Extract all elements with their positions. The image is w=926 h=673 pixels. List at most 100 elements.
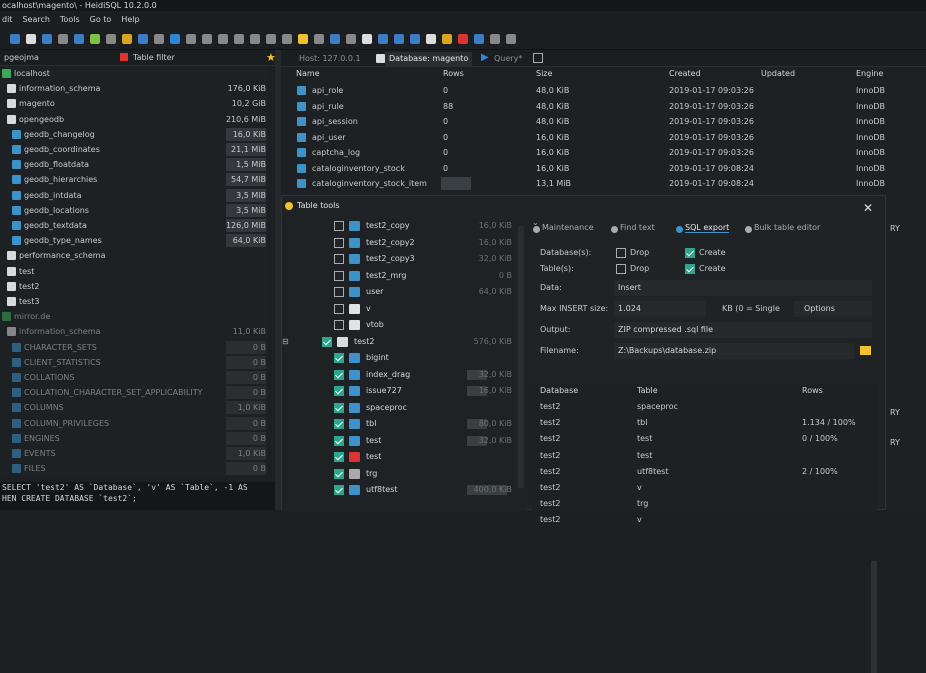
new-tab-icon[interactable] xyxy=(533,53,543,63)
close-icon[interactable]: ✕ xyxy=(863,198,873,218)
tab-bulk-table-editor[interactable]: Bulk table editor xyxy=(754,223,820,232)
menu-item[interactable]: Tools xyxy=(60,15,80,24)
object-tree-item[interactable]: test 32,0 KiB xyxy=(282,433,522,450)
object-tree-item[interactable]: issue727 16,0 KiB xyxy=(282,383,522,400)
tree-item[interactable]: CLIENT_STATISTICS 0 B xyxy=(0,355,268,370)
tree-item[interactable]: magento 10,2 GiB xyxy=(0,96,268,111)
column-header[interactable]: Name xyxy=(296,69,320,78)
copy-icon[interactable] xyxy=(74,34,84,44)
tree-item[interactable]: geodb_textdata 126,0 MiB xyxy=(0,218,268,233)
tree-item[interactable]: COLLATIONS 0 B xyxy=(0,370,268,385)
tree-item[interactable]: geodb_intdata 3,5 MiB xyxy=(0,188,268,203)
table-list-grid[interactable]: Name Rows Size Created Updated Engine api_role… xyxy=(281,67,926,195)
tree-item[interactable]: geodb_hierarchies 54,7 MiB xyxy=(0,172,268,187)
object-tree-item[interactable]: test2_copy2 16,0 KiB xyxy=(282,235,522,252)
filename-input[interactable]: Z:\Backups\database.zip xyxy=(614,343,854,359)
table-row[interactable]: cataloginventory_stock_item94.81413,1 Mi… xyxy=(281,176,921,192)
run-icon[interactable] xyxy=(90,34,100,44)
stop-icon[interactable] xyxy=(218,34,228,44)
menu-item[interactable]: Search xyxy=(22,15,49,24)
column-header[interactable]: Created xyxy=(669,69,701,78)
data-select[interactable]: Insert xyxy=(614,280,872,296)
find-icon[interactable] xyxy=(346,34,356,44)
pause-icon[interactable] xyxy=(314,34,324,44)
checkbox[interactable] xyxy=(334,254,344,264)
export-results-grid[interactable]: Database Table Rows test2 spaceproc test2 tbl 1… xyxy=(532,383,877,673)
tree-item[interactable]: CHARACTER_SETS 0 B xyxy=(0,340,268,355)
checkbox[interactable] xyxy=(616,264,626,274)
table-row[interactable]: cataloginventory_stock 0 16,0 KiB 2019-01-1… xyxy=(281,161,921,177)
checkbox[interactable] xyxy=(334,402,344,413)
object-tree-item[interactable]: trg xyxy=(282,466,522,483)
object-tree-item[interactable]: test2_copy3 32,0 KiB xyxy=(282,251,522,268)
object-tree-item[interactable]: utf8test 400,0 KiB xyxy=(282,482,522,499)
table-filter-input[interactable]: Table filter xyxy=(133,53,175,62)
tree-item[interactable]: geodb_changelog 16,0 KiB xyxy=(0,127,268,142)
tree-item[interactable]: ENGINES 0 B xyxy=(0,431,268,446)
sort-icon[interactable] xyxy=(490,34,500,44)
output-select[interactable]: ZIP compressed .sql file xyxy=(614,322,872,338)
column-header[interactable]: Rows xyxy=(802,386,823,395)
checkbox[interactable] xyxy=(334,369,344,380)
tree-item[interactable]: geodb_locations 3,5 MiB xyxy=(0,203,268,218)
connect-icon[interactable] xyxy=(10,34,20,44)
tab-query[interactable]: Query* xyxy=(490,52,526,66)
tree-item[interactable]: information_schema 176,0 KiB xyxy=(0,81,268,96)
prev-icon[interactable] xyxy=(202,34,212,44)
checkbox[interactable] xyxy=(334,435,344,446)
menu-item[interactable]: Help xyxy=(121,15,139,24)
folder-icon[interactable] xyxy=(860,346,871,355)
object-tree-item[interactable]: spaceproc xyxy=(282,400,522,417)
checkbox[interactable] xyxy=(334,320,344,330)
search-icon[interactable] xyxy=(410,34,420,44)
tree-item[interactable]: geodb_floatdata 1,5 MiB xyxy=(0,157,268,172)
column-header[interactable]: Table xyxy=(637,386,658,395)
menu-item[interactable]: Go to xyxy=(90,15,112,24)
object-tree-item[interactable]: vtob xyxy=(282,317,522,334)
object-tree-item[interactable]: test xyxy=(282,449,522,466)
checkbox[interactable] xyxy=(334,419,344,429)
checkbox[interactable] xyxy=(685,264,695,274)
checkbox[interactable] xyxy=(616,248,626,258)
table-icon[interactable] xyxy=(362,34,372,44)
checkbox[interactable] xyxy=(334,485,344,495)
list-icon[interactable] xyxy=(506,34,516,44)
options-button[interactable]: Options xyxy=(794,301,872,317)
checkbox[interactable] xyxy=(334,237,344,248)
checkbox[interactable] xyxy=(322,336,332,347)
tree-item[interactable]: EVENTS 1,0 KiB xyxy=(0,446,268,461)
tree-item[interactable]: test xyxy=(0,264,268,279)
next-icon[interactable] xyxy=(234,34,244,44)
object-tree[interactable]: test2_copy 16,0 KiB test2_copy2 16,0 KiB tes… xyxy=(282,218,527,511)
grid-icon[interactable] xyxy=(378,34,388,44)
table-row[interactable]: api_session 0 48,0 KiB 2019-01-17 09:03:26 I… xyxy=(281,114,921,130)
tree-item[interactable]: COLUMNS 1,0 KiB xyxy=(0,400,268,415)
object-tree-item[interactable]: test2_copy 16,0 KiB xyxy=(282,218,522,235)
table-row[interactable]: captcha_log 0 16,0 KiB 2019-01-17 09:03:26 I… xyxy=(281,145,921,161)
tab-host[interactable]: Host: 127.0.0.1 xyxy=(295,52,365,66)
import-icon[interactable] xyxy=(154,34,164,44)
column-header[interactable]: Updated xyxy=(761,69,795,78)
checkbox[interactable] xyxy=(334,452,344,462)
checkbox[interactable] xyxy=(334,287,344,297)
table-row[interactable]: api_rule 88 48,0 KiB 2019-01-17 09:03:26 Inn… xyxy=(281,99,921,115)
checkbox[interactable] xyxy=(334,468,344,479)
column-header[interactable]: Size xyxy=(536,69,552,78)
tree-item[interactable]: opengeodb 210,6 MiB xyxy=(0,112,268,127)
object-tree-item[interactable]: ⊟ test2 576,0 KiB xyxy=(282,334,522,351)
filter-icon[interactable] xyxy=(474,34,484,44)
tab-maintenance[interactable]: Maintenance xyxy=(542,223,594,232)
object-tree-item[interactable]: tbl 80,0 KiB xyxy=(282,416,522,433)
settings-icon[interactable] xyxy=(106,34,116,44)
view-icon[interactable] xyxy=(394,34,404,44)
plus-icon[interactable] xyxy=(266,34,276,44)
refresh-icon[interactable] xyxy=(58,34,68,44)
tree-item[interactable]: performance_schema xyxy=(0,248,268,263)
query-icon[interactable] xyxy=(330,34,340,44)
object-tree-item[interactable]: index_drag 32,0 KiB xyxy=(282,367,522,384)
tab-find-text[interactable]: Find text xyxy=(620,223,655,232)
column-header[interactable]: Rows xyxy=(443,69,464,78)
help-icon[interactable] xyxy=(170,34,180,44)
expand-icon[interactable]: ⊟ xyxy=(282,337,289,346)
column-header[interactable]: Database xyxy=(540,386,578,395)
